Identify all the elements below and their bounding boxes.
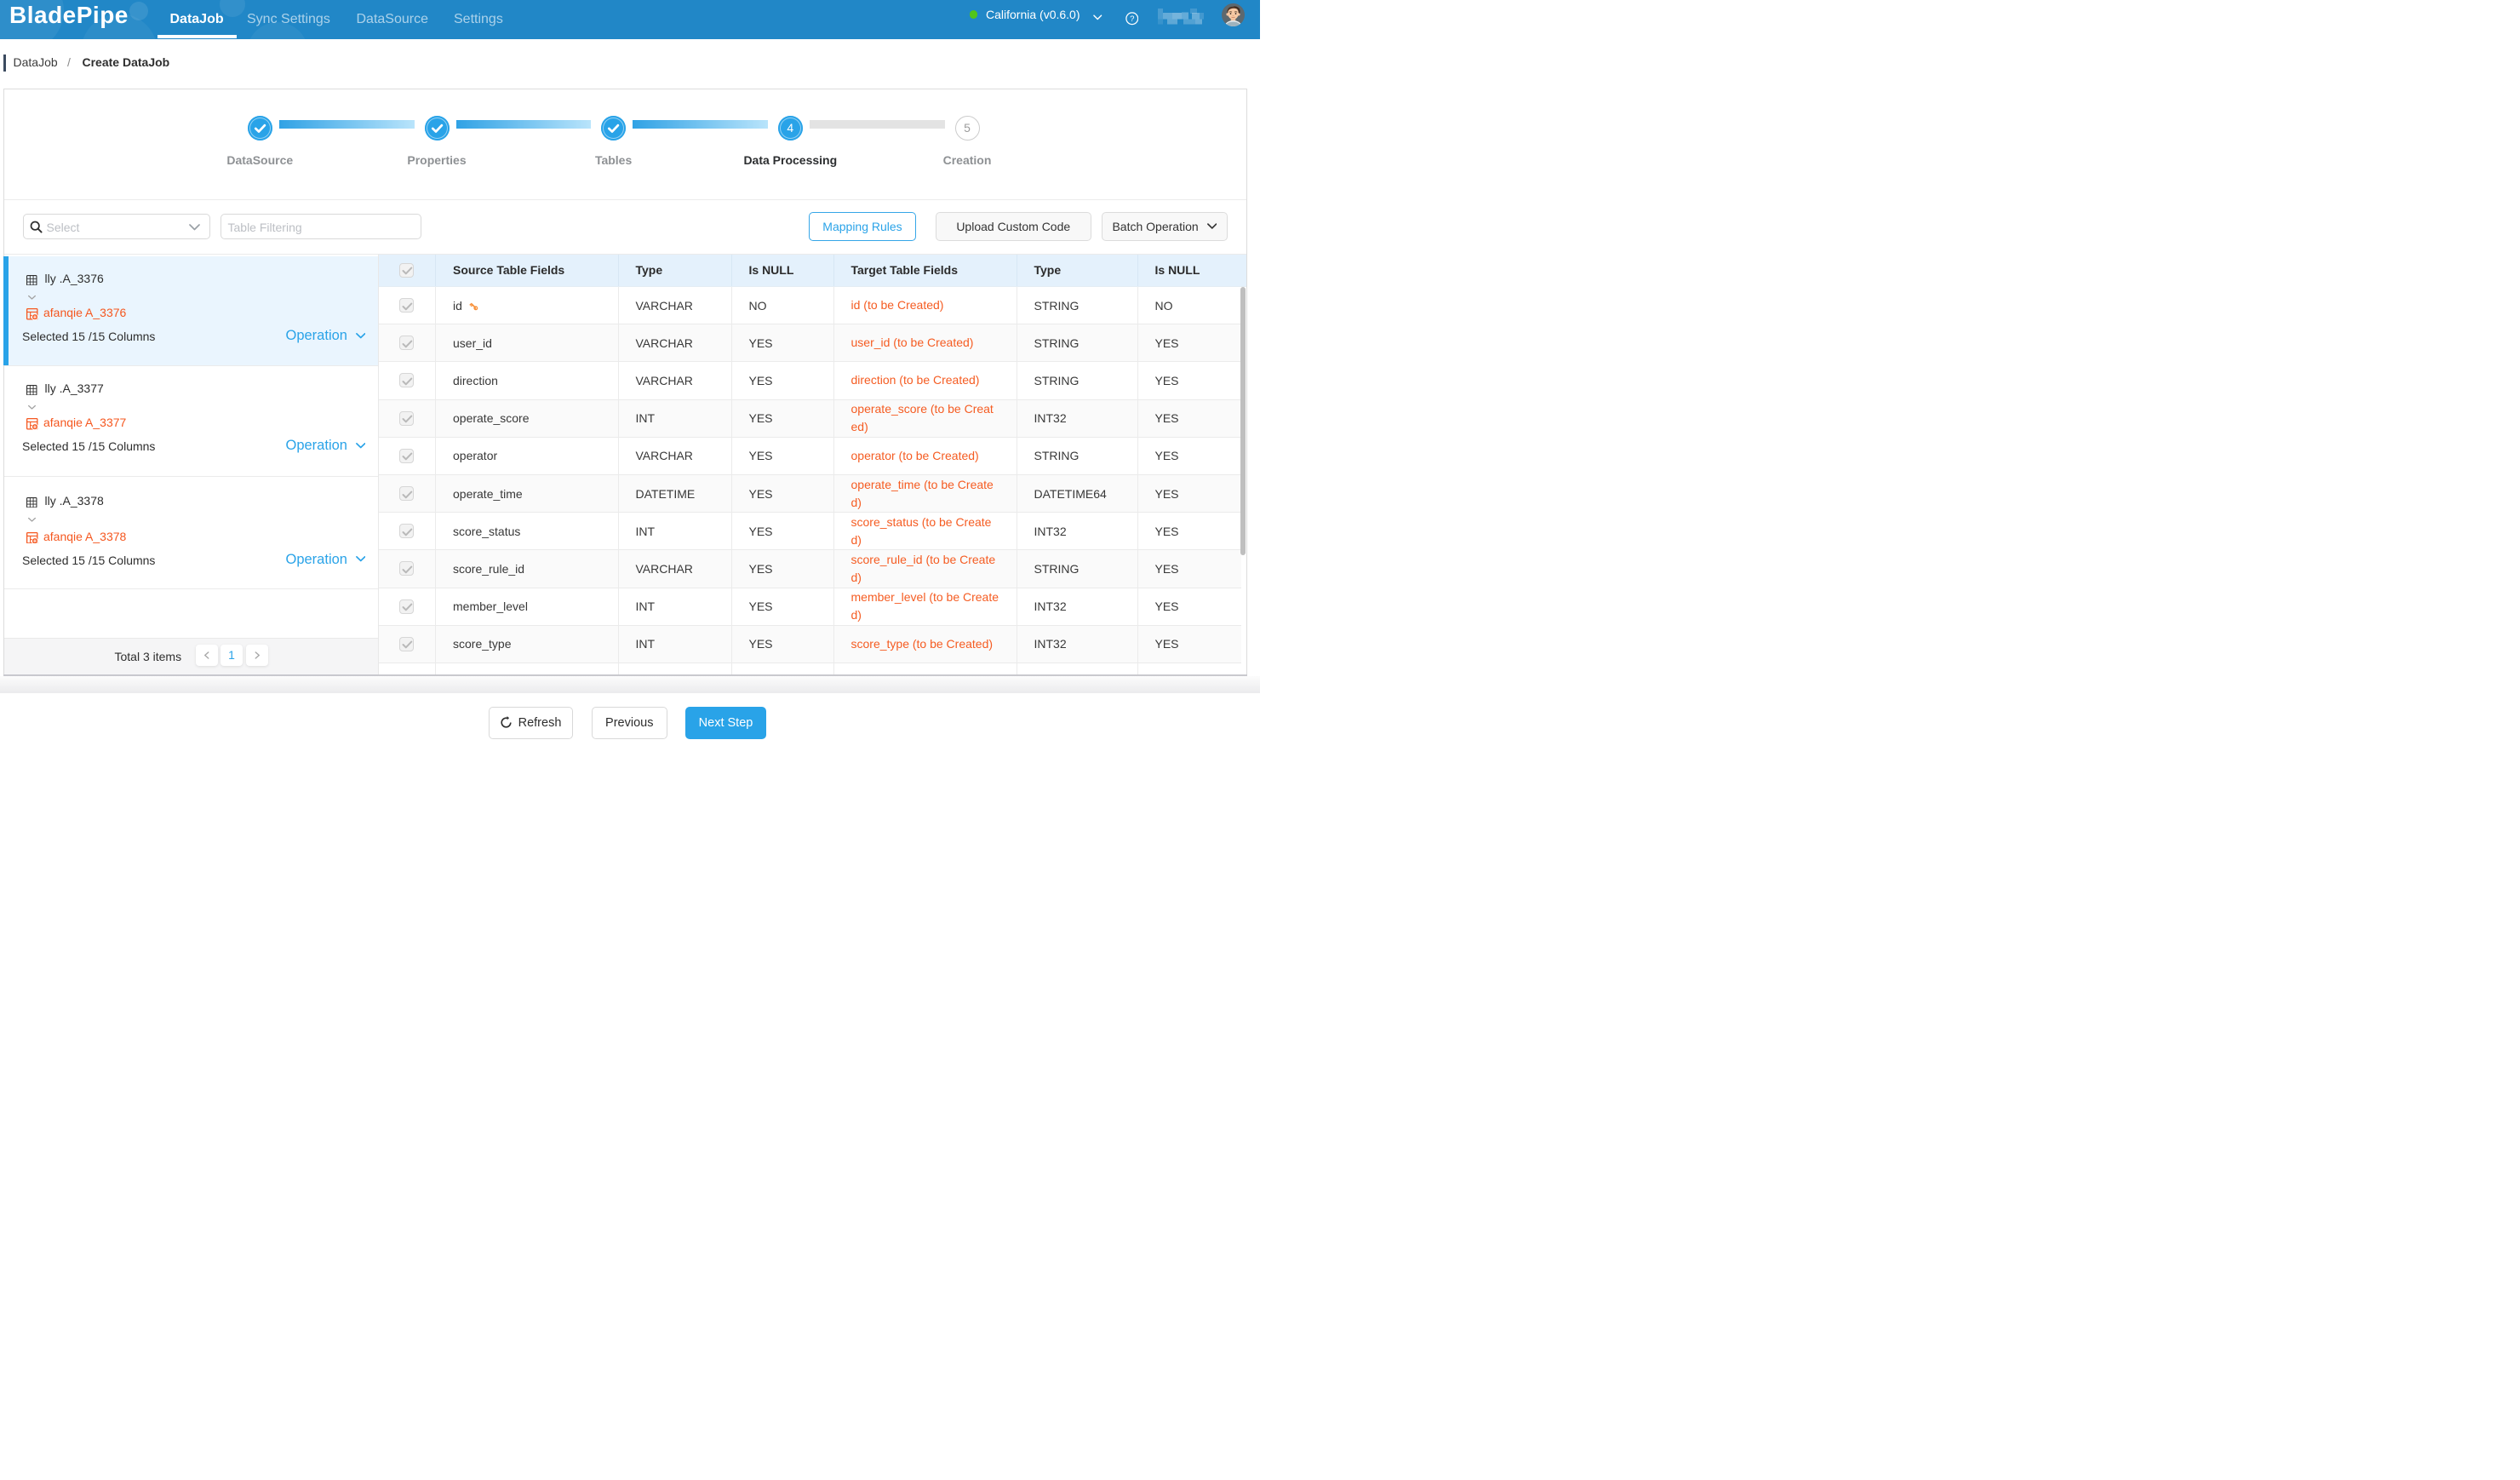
svg-text:?: ?: [1130, 14, 1134, 24]
